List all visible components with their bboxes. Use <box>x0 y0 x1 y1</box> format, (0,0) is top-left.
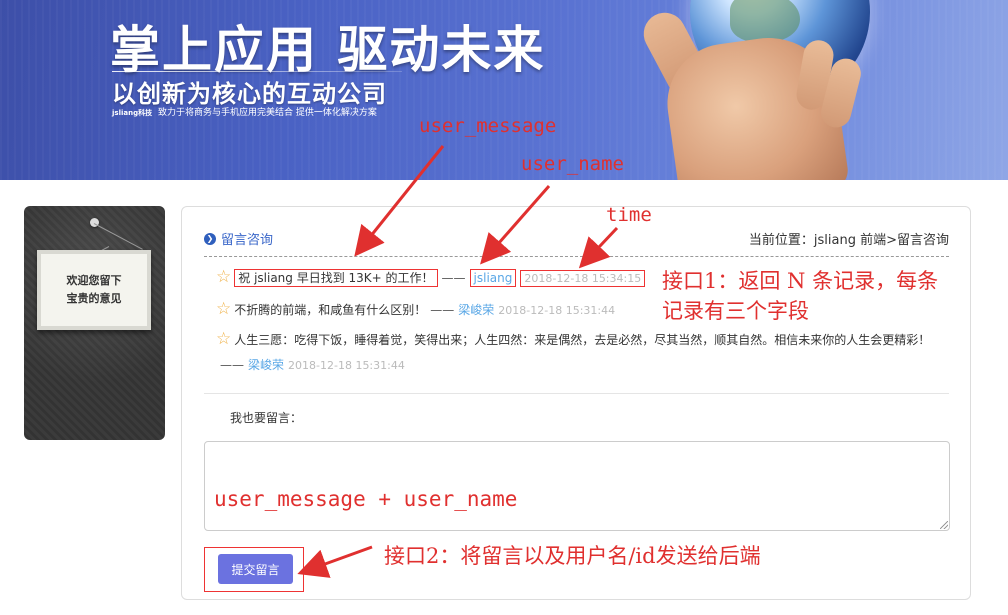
message-text: 人生三愿：吃得下饭，睡得着觉，笑得出来；人生四然：来是偶然，去是必然，尽其当然，… <box>234 333 931 347</box>
message-item: ☆ 人生三愿：吃得下饭，睡得着觉，笑得出来；人生四然：来是偶然，去是必然，尽其当然… <box>216 327 951 378</box>
chevron-right-icon: ❯ <box>204 232 216 245</box>
star-icon: ☆ <box>216 299 232 319</box>
annotation-user-message: user_message <box>419 115 557 137</box>
message-user-link[interactable]: jsliang <box>469 269 517 287</box>
submit-button[interactable]: 提交留言 <box>218 554 293 584</box>
sidebar-card: 欢迎您留下 宝贵的意见 <box>24 206 165 440</box>
message-item: ☆ 不折腾的前端，和咸鱼有什么区别！ —— 梁峻荣 2018-12-18 15:31:4… <box>216 299 615 319</box>
hanging-wire <box>93 223 143 250</box>
submit-highlight-box: 提交留言 <box>204 547 304 592</box>
notice-line-2: 宝贵的意见 <box>66 292 122 305</box>
banner-subtitle: 以创新为核心的互动公司 <box>112 80 387 108</box>
message-dash: —— <box>430 303 455 317</box>
panel-header: ❯ 留言咨询 当前位置：jsliang 前端>留言咨询 <box>204 229 949 257</box>
star-icon: ☆ <box>216 267 232 287</box>
message-text: 祝 jsliang 早日找到 13K+ 的工作！ <box>234 269 438 287</box>
annotation-api1-line1: 接口1：返回 N 条记录，每条 <box>662 269 939 293</box>
annotation-textarea-note: user_message + user_name <box>214 487 518 511</box>
star-icon: ☆ <box>216 329 232 349</box>
notice-line-1: 欢迎您留下 <box>66 274 122 287</box>
leave-message-label: 我也要留言： <box>230 411 303 425</box>
banner-tagline: jsliang科技 致力于将商务与手机应用完美结合 提供一体化解决方案 <box>112 105 377 118</box>
message-dash: —— <box>441 271 466 285</box>
message-dash: —— <box>220 358 244 372</box>
annotation-time: time <box>606 204 652 226</box>
message-user-link[interactable]: 梁峻荣 <box>458 303 494 317</box>
breadcrumb: 当前位置：jsliang 前端>留言咨询 <box>748 233 949 248</box>
annotation-api1-line2: 记录有三个字段 <box>662 299 809 323</box>
message-item: ☆ 祝 jsliang 早日找到 13K+ 的工作！ —— jsliang 2018-1… <box>216 267 646 287</box>
header-banner: 掌上应用 驱动未来 以创新为核心的互动公司 jsliang科技 致力于将商务与手… <box>0 0 1008 180</box>
message-time: 2018-12-18 15:31:44 <box>288 359 405 372</box>
message-time: 2018-12-18 15:31:44 <box>498 304 616 317</box>
panel-title[interactable]: ❯ 留言咨询 <box>204 229 273 248</box>
message-text: 不折腾的前端，和咸鱼有什么区别！ <box>234 303 427 317</box>
message-user-link[interactable]: 梁峻荣 <box>248 358 284 372</box>
panel-title-label: 留言咨询 <box>221 233 274 248</box>
banner-tagline-text: 致力于将商务与手机应用完美结合 提供一体化解决方案 <box>157 108 377 118</box>
banner-divider <box>112 71 402 72</box>
banner-brand: jsliang科技 <box>112 109 153 117</box>
annotation-api2: 接口2：将留言以及用户名/id发送给后端 <box>384 544 761 568</box>
section-divider <box>204 393 949 394</box>
annotation-user-name: user_name <box>521 153 624 175</box>
message-time: 2018-12-18 15:34:15 <box>520 270 646 287</box>
notice-board: 欢迎您留下 宝贵的意见 <box>37 250 151 330</box>
message-textarea[interactable] <box>204 441 950 531</box>
